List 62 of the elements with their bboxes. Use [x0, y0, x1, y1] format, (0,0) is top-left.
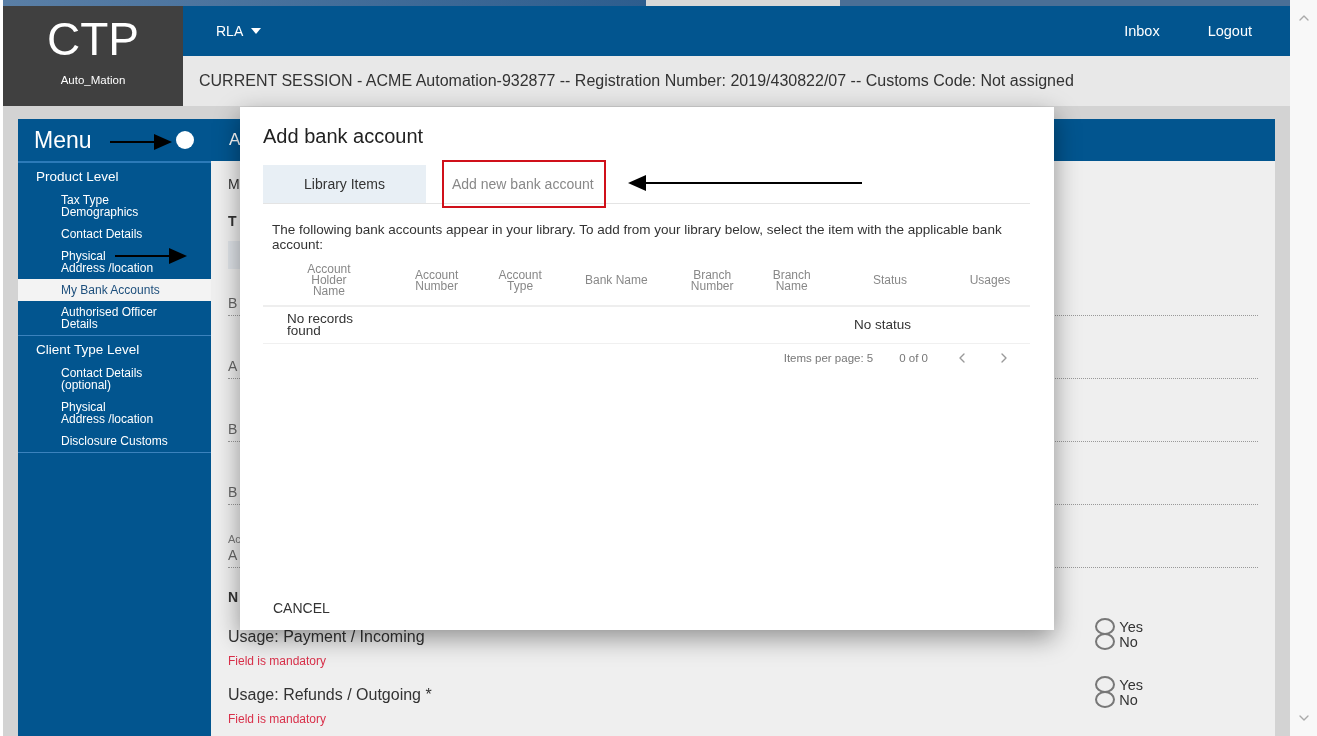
radio-button[interactable] — [1095, 676, 1116, 693]
scrollbar[interactable] — [1290, 0, 1317, 736]
menu-title: Menu — [34, 126, 92, 154]
column-header: Branch Number — [670, 264, 754, 306]
error-message: Field is mandatory — [228, 655, 327, 667]
radio-button[interactable] — [1095, 618, 1116, 635]
tab[interactable]: Library Items — [263, 165, 426, 203]
menu-section: Client Type Level — [18, 342, 211, 362]
column-header: Usages — [949, 264, 1030, 306]
radio-button[interactable] — [1095, 633, 1116, 650]
arrow-icon — [110, 134, 172, 150]
dialog-title: Add bank account — [263, 125, 425, 148]
page-title: M — [228, 176, 240, 192]
menu-item[interactable]: Contact Details (optional) — [18, 362, 211, 396]
nav-link[interactable]: Inbox — [1124, 23, 1160, 39]
session-info: CURRENT SESSION - ACME Automation-932877 -- Registration Number: 2019/430822/07 -- Customs Code: Not assigned — [183, 56, 1290, 106]
section-label: N — [228, 590, 239, 605]
usage-label: Usage: Payment / Incoming — [228, 629, 425, 645]
field-label: A — [228, 359, 238, 374]
menu-item[interactable]: Authorised Officer Details — [18, 301, 211, 335]
panel-title: A — [229, 130, 241, 150]
menu-section: Product Level — [18, 169, 211, 189]
field-label: B — [228, 485, 238, 500]
column-header: Account Number — [394, 264, 479, 306]
nav-menu[interactable]: RLA — [216, 23, 262, 39]
column-header: Bank Name — [561, 264, 671, 306]
menu-item[interactable]: Physical Address /location — [18, 245, 211, 279]
page-range: 0 of 0 — [899, 352, 928, 364]
usage-label: Usage: Refunds / Outgoing * — [228, 687, 432, 703]
column-header: Branch Name — [753, 264, 830, 306]
caret-icon — [251, 28, 262, 34]
radio-label: No — [1119, 633, 1138, 650]
cancel-button[interactable]: CANCEL — [273, 600, 330, 616]
field-label: B — [228, 296, 238, 311]
menu-item[interactable]: Contact Details — [18, 223, 211, 245]
arrow-icon — [628, 175, 862, 191]
logo-text: CTP — [47, 16, 139, 62]
tab[interactable]: Add new bank account — [444, 165, 594, 203]
radio-label: No — [1119, 691, 1138, 708]
column-header: Account Type — [478, 264, 562, 306]
menu-item[interactable]: Physical Address /location — [18, 396, 211, 430]
radio-label: Yes — [1119, 618, 1143, 635]
nav-link[interactable]: Logout — [1207, 23, 1252, 39]
field-label: B — [228, 422, 238, 437]
menu-item[interactable]: Disclosure Customs — [18, 430, 211, 452]
radio-button[interactable] — [1095, 691, 1116, 708]
arrow-icon — [115, 248, 187, 264]
intro-text: The following bank accounts appear in your library. To add from your library below, select the item with the applicable bank account: — [272, 222, 1003, 252]
field-label: Ac — [228, 533, 241, 545]
menu-item[interactable]: My Bank Accounts — [18, 279, 211, 301]
items-per-page: Items per page: 5 — [783, 352, 874, 364]
menu-toggle-icon[interactable] — [175, 130, 195, 150]
column-header: Status — [829, 264, 950, 306]
section-label: T — [228, 214, 237, 229]
radio-label: Yes — [1119, 676, 1143, 693]
table-cell: No status — [829, 306, 950, 344]
menu-item[interactable]: Tax Type Demographics — [18, 189, 211, 223]
column-header: Account Holder Name — [263, 264, 395, 306]
table-cell: No records found — [263, 306, 395, 344]
user-name: Auto_Mation — [60, 74, 126, 86]
field-value: A — [228, 548, 238, 563]
error-message: Field is mandatory — [228, 713, 327, 725]
